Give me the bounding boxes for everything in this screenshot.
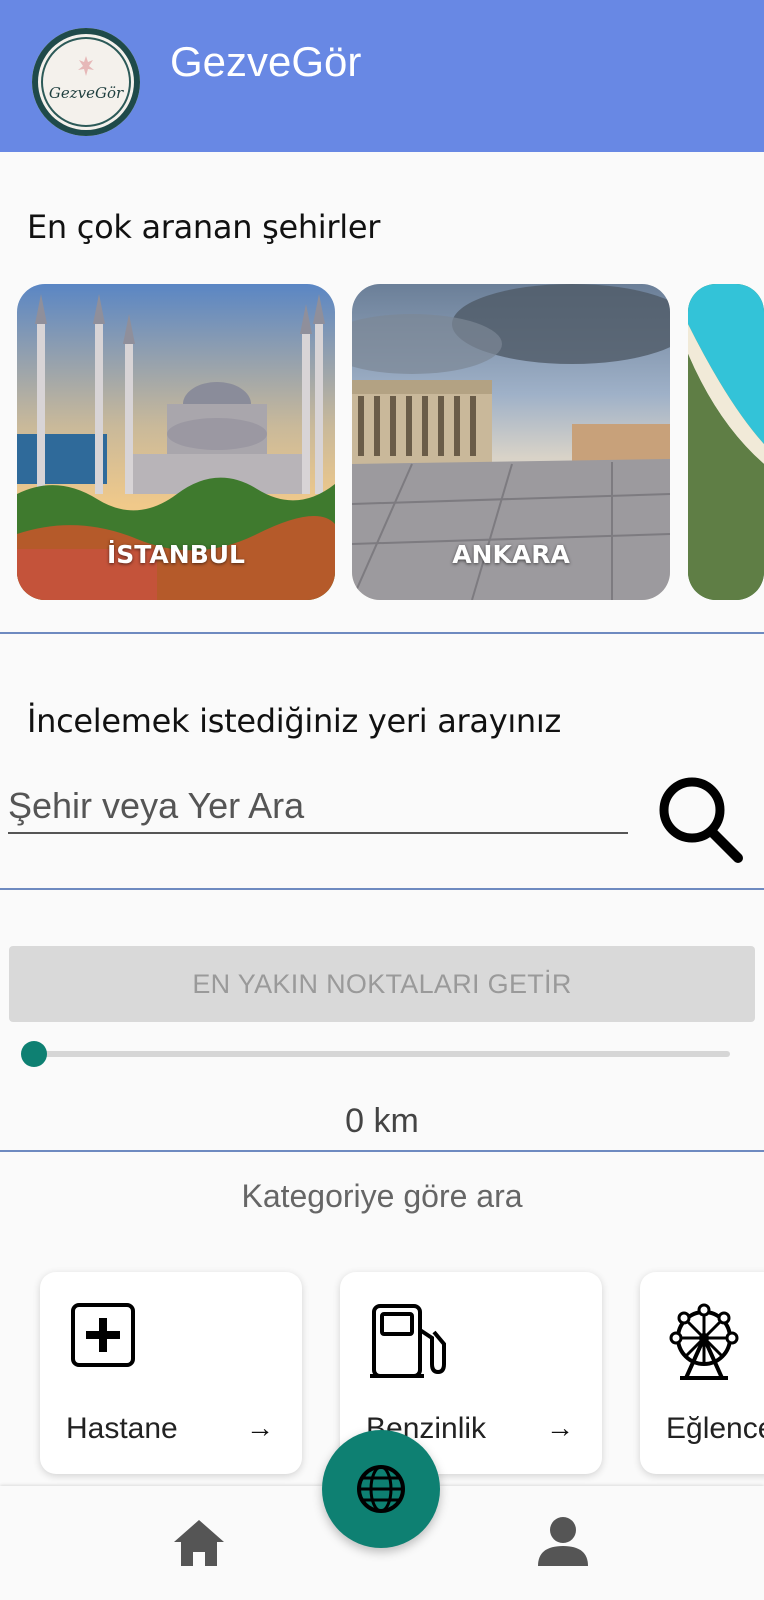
home-icon[interactable] [172,1518,226,1568]
person-icon[interactable] [536,1514,590,1568]
app-logo: GezveGör [32,28,140,136]
category-card-hospital[interactable]: Hastane → [40,1272,302,1474]
app-bar: GezveGör GezveGör [0,0,764,152]
get-nearest-button[interactable]: EN YAKIN NOKTALARI GETİR [9,946,755,1022]
city-card-istanbul[interactable]: İSTANBUL [17,284,335,600]
search-input[interactable] [8,780,628,834]
arrow-right-icon: → [546,1412,574,1443]
city-card-partial[interactable] [688,284,764,600]
distance-slider-thumb[interactable] [21,1041,47,1067]
ferris-wheel-icon [669,1303,739,1380]
hospital-icon [71,1303,135,1367]
globe-fab-button[interactable] [322,1430,440,1548]
search-icon[interactable] [656,772,744,864]
logo-mark-icon [78,56,94,76]
section-divider [0,632,764,634]
city-name: İSTANBUL [107,540,245,569]
arrow-right-icon: → [246,1412,274,1443]
category-card-entertainment[interactable]: Eğlence [640,1272,764,1474]
search-heading: İncelemek istediğiniz yeri arayınız [27,702,562,740]
distance-slider-track[interactable] [34,1051,730,1057]
city-name: ANKARA [452,540,570,569]
distance-value: 0 km [345,1102,419,1140]
beach-image [688,284,764,600]
category-heading: Kategoriye göre ara [241,1178,523,1214]
app-title: GezveGör [170,38,362,85]
section-divider [0,888,764,890]
city-card-ankara[interactable]: ANKARA [352,284,670,600]
category-label: Eğlence [666,1412,764,1445]
section-divider [0,1150,764,1152]
fuel-pump-icon [370,1304,446,1378]
globe-icon [357,1465,405,1513]
category-label: Hastane [66,1412,178,1445]
popular-cities-heading: En çok aranan şehirler [27,208,381,246]
logo-text: GezveGör [48,84,124,102]
